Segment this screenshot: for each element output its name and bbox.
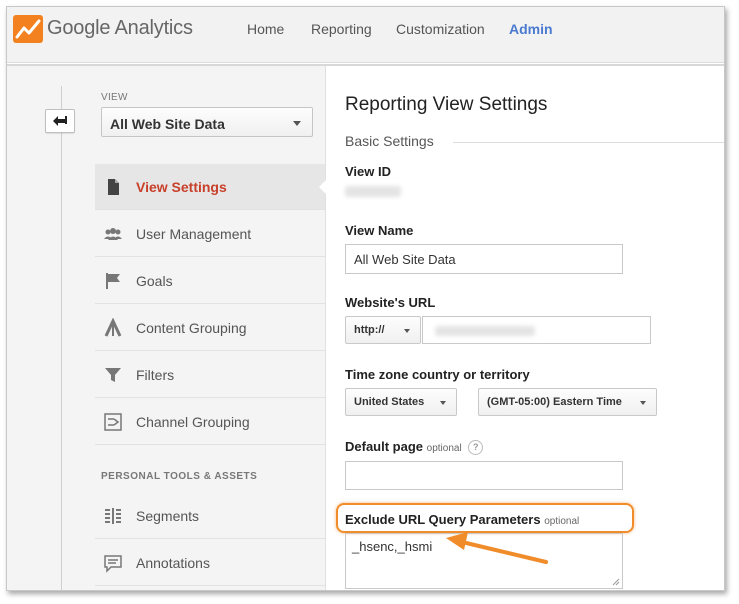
content-grouping-icon [104,318,122,337]
channel-grouping-icon [104,413,122,431]
sidebar-item-label: Annotations [136,555,210,571]
page-title: Reporting View Settings [345,94,548,115]
sidebar-item-label: Channel Grouping [136,414,250,430]
sidebar-item-channel-grouping[interactable]: Channel Grouping [95,399,325,445]
website-url-input[interactable] [422,316,651,344]
google-analytics-logo-icon [13,15,43,43]
sidebar-item-label: Segments [136,508,200,524]
view-name-label: View Name [345,223,414,238]
admin-sidebar: VIEW All Web Site Data View Settings Use… [7,66,326,590]
basic-settings-heading: Basic Settings [345,133,434,149]
chevron-down-icon [440,401,446,405]
app-window: Google Analytics Home Reporting Customiz… [6,6,725,591]
sidebar-item-goals[interactable]: Goals [95,258,325,304]
optional-tag: optional [426,443,462,454]
document-icon [108,179,119,195]
settings-panel: Reporting View Settings Basic Settings V… [326,66,724,590]
segments-icon [105,508,121,524]
protocol-select[interactable]: http:// [345,316,421,344]
exclude-params-label: Exclude URL Query Parameters optional [345,512,579,527]
sidebar-item-user-management[interactable]: User Management [95,211,325,257]
view-id-value-redacted [345,186,401,197]
chevron-down-icon [404,329,410,333]
default-page-label: Default page optional ? [345,439,484,456]
exclude-params-label-text: Exclude URL Query Parameters [345,512,541,527]
sidebar-item-view-settings[interactable]: View Settings [95,164,326,210]
view-selector-value: All Web Site Data [110,116,225,132]
chevron-down-icon [640,401,646,405]
exclude-params-value: _hsenc,_hsmi [352,539,433,554]
brand-title: Google Analytics [47,17,193,39]
sidebar-item-label: Content Grouping [136,320,247,336]
view-selector[interactable]: All Web Site Data [101,107,313,137]
timezone-country-select[interactable]: United States [345,388,457,416]
sidebar-item-filters[interactable]: Filters [95,352,325,398]
nav-customization[interactable]: Customization [396,21,485,37]
nav-home[interactable]: Home [247,21,284,37]
timezone-zone-select[interactable]: (GMT-05:00) Eastern Time [478,388,657,416]
sidebar-item-content-grouping[interactable]: Content Grouping [95,305,325,351]
filter-icon [105,368,121,382]
protocol-value: http:// [354,324,385,336]
sidebar-item-label: Filters [136,367,175,383]
timezone-country-value: United States [354,396,425,408]
view-id-label: View ID [345,164,392,179]
nav-reporting[interactable]: Reporting [311,21,372,37]
resize-grip-icon[interactable] [612,578,620,586]
nav-admin[interactable]: Admin [509,21,553,37]
optional-tag: optional [544,516,580,527]
view-name-input[interactable]: All Web Site Data [345,244,623,274]
help-icon[interactable]: ? [468,440,484,456]
chevron-down-icon [293,121,301,126]
sidebar-item-segments[interactable]: Segments [95,493,325,539]
website-url-redacted [435,326,535,336]
section-divider [453,142,724,143]
default-page-label-text: Default page [345,439,424,454]
view-label: VIEW [101,92,128,103]
users-icon [104,228,122,240]
default-page-input[interactable] [345,461,623,490]
timezone-label: Time zone country or territory [345,367,530,382]
website-url-label: Website's URL [345,295,436,310]
sidebar-item-label: Goals [136,273,173,289]
sidebar-item-annotations[interactable]: Annotations [95,540,325,586]
active-indicator [319,180,326,194]
orange-arrow-icon [446,532,548,564]
sidebar-rail [61,86,62,590]
top-header: Google Analytics Home Reporting Customiz… [7,7,724,63]
back-button[interactable] [45,109,75,133]
annotations-icon [104,555,122,573]
sidebar-item-label: User Management [136,226,252,242]
flag-icon [106,273,120,289]
timezone-zone-value: (GMT-05:00) Eastern Time [487,396,622,408]
personal-tools-heading: PERSONAL TOOLS & ASSETS [101,471,258,482]
sidebar-item-label: View Settings [136,179,227,195]
back-arrow-icon [53,116,67,126]
